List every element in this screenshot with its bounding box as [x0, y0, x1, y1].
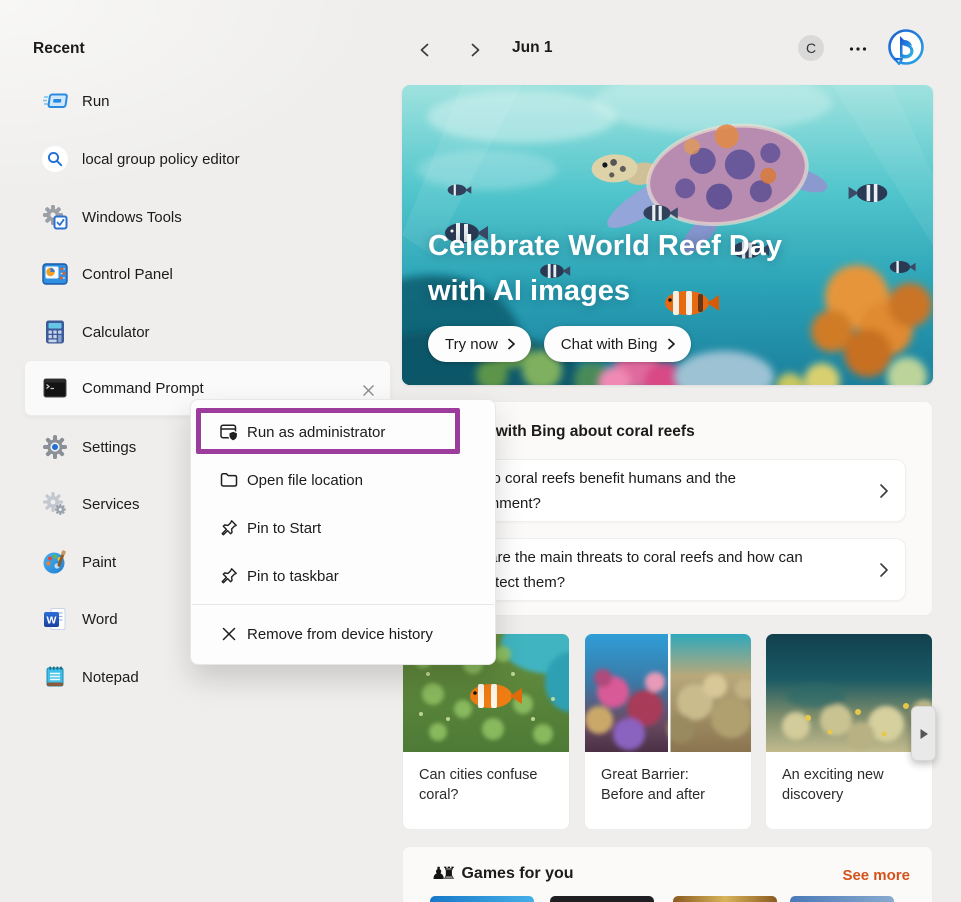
menu-item-pin-to-taskbar[interactable]: Pin to taskbar	[191, 552, 495, 600]
recent-item-label: Settings	[82, 439, 136, 456]
recent-item-label: Services	[82, 496, 140, 513]
more-ellipsis-icon	[849, 46, 867, 52]
recent-item-calculator[interactable]: Calculator	[25, 303, 390, 361]
chevron-right-icon	[467, 42, 483, 58]
carousel-next-button[interactable]	[911, 706, 936, 761]
hero-title-line2: with AI images	[428, 269, 782, 314]
try-now-label: Try now	[445, 336, 498, 353]
games-section-card: ♟♜ Games for you See more	[402, 846, 933, 902]
card-caption: An exciting new discovery	[766, 752, 932, 805]
recent-item-run[interactable]: Run	[25, 72, 390, 130]
run-icon	[42, 88, 68, 114]
paint-icon	[42, 549, 68, 575]
question-text: What are the main threats to coral reefs…	[432, 545, 879, 595]
recent-item-label: Run	[82, 93, 110, 110]
chat-with-bing-label: Chat with Bing	[561, 336, 658, 353]
game-thumbnail-4[interactable]	[790, 896, 894, 902]
admin-shield-icon	[219, 422, 239, 442]
games-title: Games for you	[461, 865, 573, 883]
services-icon	[42, 491, 68, 517]
recent-item-label: Notepad	[82, 669, 139, 686]
close-icon	[362, 384, 375, 397]
word-icon: W	[42, 606, 68, 632]
recent-item-label: Calculator	[82, 324, 150, 341]
menu-item-label: Pin to taskbar	[247, 568, 339, 585]
suggested-question-2[interactable]: What are the main threats to coral reefs…	[431, 538, 906, 601]
menu-item-label: Pin to Start	[247, 520, 321, 537]
recent-item-label: Command Prompt	[82, 380, 204, 397]
game-thumbnail-1[interactable]	[430, 896, 534, 902]
settings-icon	[42, 434, 68, 460]
menu-item-run-as-administrator[interactable]: Run as administrator	[191, 408, 495, 456]
before-after-coral-image	[585, 634, 751, 752]
recent-item-label: Paint	[82, 554, 116, 571]
games-icon: ♟♜	[431, 864, 451, 884]
recent-section-title: Recent	[33, 40, 85, 58]
menu-item-pin-to-start[interactable]: Pin to Start	[191, 504, 495, 552]
menu-item-label: Remove from device history	[247, 626, 433, 643]
command-prompt-icon	[42, 375, 68, 401]
context-menu: Run as administrator Open file location …	[190, 399, 496, 665]
calculator-icon	[42, 319, 68, 345]
notepad-icon	[42, 664, 68, 690]
search-icon	[42, 146, 68, 172]
control-panel-icon	[42, 261, 68, 287]
chevron-left-icon	[417, 42, 433, 58]
recent-item-search-history[interactable]: local group policy editor	[25, 130, 390, 188]
menu-item-open-file-location[interactable]: Open file location	[191, 456, 495, 504]
menu-item-label: Open file location	[247, 472, 363, 489]
try-now-button[interactable]: Try now	[428, 326, 531, 362]
discover-card-2[interactable]: Great Barrier: Before and after	[584, 633, 752, 830]
recent-item-label: Control Panel	[82, 266, 173, 283]
menu-item-remove-from-device-history[interactable]: Remove from device history	[191, 610, 495, 658]
see-more-link[interactable]: See more	[842, 867, 910, 884]
game-thumbnail-3[interactable]	[673, 896, 777, 902]
chevron-right-icon	[507, 338, 516, 350]
menu-divider	[192, 604, 494, 605]
hero-title-line1: Celebrate World Reef Day	[428, 224, 782, 269]
games-title-row: ♟♜ Games for you	[431, 864, 574, 884]
windows-tools-icon	[42, 204, 68, 230]
pin-icon	[219, 518, 239, 538]
coral-discovery-image	[766, 634, 932, 752]
question-text: How do coral reefs benefit humans and th…	[432, 466, 879, 516]
recent-item-label: Windows Tools	[82, 209, 182, 226]
close-icon	[219, 624, 239, 644]
game-thumbnail-2[interactable]	[550, 896, 654, 902]
date-label: Jun 1	[512, 39, 552, 57]
search-flyout-window: Jun 1 C	[0, 0, 961, 902]
bing-logo-icon	[885, 27, 927, 69]
hero-title: Celebrate World Reef Day with AI images	[428, 224, 782, 314]
svg-text:W: W	[47, 615, 57, 627]
card-caption: Great Barrier: Before and after	[585, 752, 751, 805]
menu-item-label: Run as administrator	[247, 424, 385, 441]
recent-item-windows-tools[interactable]: Windows Tools	[25, 188, 390, 246]
pin-icon	[219, 566, 239, 586]
card-caption: Can cities confuse coral?	[403, 752, 569, 805]
forward-button[interactable]	[460, 35, 490, 65]
discover-card-3[interactable]: An exciting new discovery	[765, 633, 933, 830]
bing-chat-button[interactable]	[885, 27, 927, 69]
recent-item-label: Word	[82, 611, 118, 628]
account-avatar[interactable]: C	[798, 35, 824, 61]
chat-with-bing-button[interactable]: Chat with Bing	[544, 326, 691, 362]
more-options-button[interactable]	[844, 35, 872, 63]
suggested-question-1[interactable]: How do coral reefs benefit humans and th…	[431, 459, 906, 522]
chevron-right-icon	[667, 338, 676, 350]
recent-item-label: local group policy editor	[82, 151, 240, 168]
play-right-icon	[919, 728, 929, 740]
avatar-initial: C	[806, 40, 816, 56]
recent-item-control-panel[interactable]: Control Panel	[25, 245, 390, 303]
chevron-right-icon	[879, 483, 889, 499]
chevron-right-icon	[879, 562, 889, 578]
back-button[interactable]	[410, 35, 440, 65]
folder-icon	[219, 470, 239, 490]
